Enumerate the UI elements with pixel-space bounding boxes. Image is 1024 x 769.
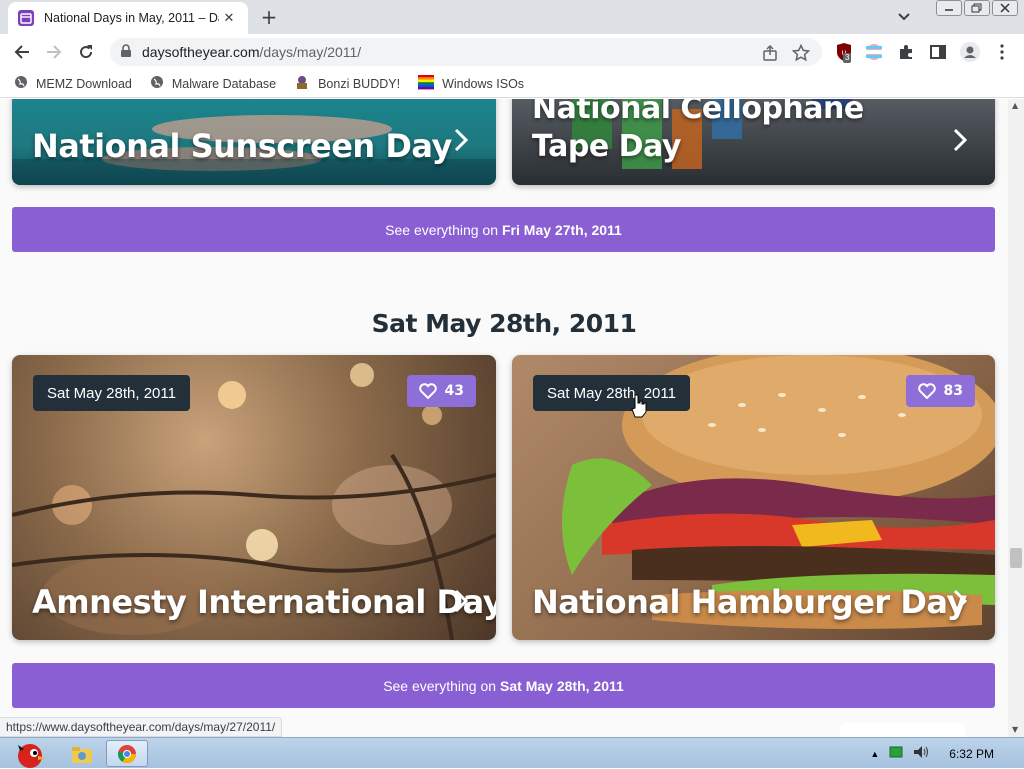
hand-cursor-icon	[631, 394, 647, 418]
show-hidden-icons-arrow-icon[interactable]: ▲	[870, 749, 879, 759]
new-tab-button[interactable]: +	[258, 6, 280, 28]
like-button[interactable]: 43	[406, 375, 476, 407]
pride-extension-icon[interactable]	[864, 42, 884, 62]
card-national-hamburger-day[interactable]: Sat May 28th, 2011 83 National Hamburger…	[512, 355, 995, 640]
share-icon[interactable]	[762, 44, 780, 62]
status-bar-url: https://www.daysoftheyear.com/days/may/2…	[0, 717, 283, 737]
windows-taskbar: ▲ 6:32 PM	[0, 737, 1024, 768]
windows-flag-icon	[418, 74, 435, 93]
tab-title: National Days in May, 2011 – Da	[44, 11, 219, 25]
like-count: 43	[444, 383, 464, 399]
bookmark-label: MEMZ Download	[36, 76, 132, 91]
card-title: National Hamburger Day	[532, 583, 967, 621]
calendar-icon	[18, 10, 34, 26]
bookmark-star-icon[interactable]	[791, 43, 811, 62]
page-scrollbar[interactable]: ▲ ▼	[1008, 99, 1024, 737]
speaker-icon[interactable]	[913, 745, 929, 762]
ublock-extension-icon[interactable]: u 3	[834, 42, 854, 63]
bookmark-label: Windows ISOs	[442, 76, 525, 91]
start-button[interactable]	[4, 740, 52, 768]
file-explorer-taskbar[interactable]	[64, 740, 100, 767]
chevron-right-icon	[454, 589, 469, 613]
scrollbar-thumb[interactable]	[1010, 548, 1022, 568]
folder-icon	[72, 746, 92, 763]
clock[interactable]: 6:32 PM	[949, 747, 994, 761]
url-text: daysoftheyear.com/days/may/2011/	[142, 44, 361, 60]
card-national-sunscreen-day[interactable]: National Sunscreen Day	[12, 99, 496, 185]
bookmark-malware-database[interactable]: Malware Database	[150, 75, 276, 92]
chrome-icon	[117, 744, 136, 763]
date-chip: Sat May 28th, 2011	[33, 375, 190, 411]
close-tab-icon[interactable]: ✕	[220, 11, 238, 26]
bookmark-memz[interactable]: MEMZ Download	[14, 75, 132, 92]
see-everything-prefix: See everything on	[383, 677, 497, 694]
chevron-right-icon	[454, 128, 469, 152]
like-button[interactable]: 83	[905, 375, 975, 407]
bookmark-bonzi-buddy[interactable]: Bonzi BUDDY!	[294, 74, 400, 93]
scroll-down-arrow-icon[interactable]: ▼	[1012, 725, 1020, 734]
bookmark-label: Bonzi BUDDY!	[318, 76, 401, 91]
card-title: Amnesty International Day	[32, 583, 496, 621]
lock-icon[interactable]	[120, 43, 132, 62]
network-icon[interactable]	[889, 745, 903, 762]
globe-icon	[150, 75, 164, 92]
bookmarks-bar: MEMZ Download Malware Database Bonzi BUD…	[0, 70, 1024, 98]
kebab-menu-icon[interactable]	[992, 42, 1012, 62]
section-heading: Sat May 28th, 2011	[371, 309, 637, 338]
see-everything-date: Sat May 28th, 2011	[500, 677, 624, 694]
see-everything-fri-button[interactable]: See everything on Fri May 27th, 2011	[12, 207, 995, 252]
tab-search-chevron-icon[interactable]	[894, 8, 914, 26]
globe-icon	[14, 75, 28, 92]
see-everything-date: Fri May 27th, 2011	[502, 221, 622, 238]
card-amnesty-international-day[interactable]: Sat May 28th, 2011 43 Amnesty Internatio…	[12, 355, 496, 640]
date-chip: Sat May 28th, 2011	[533, 375, 690, 411]
card-title-line2: Tape Day	[532, 129, 681, 164]
chrome-taskbar[interactable]	[106, 740, 148, 767]
system-tray: ▲ 6:32 PM	[870, 738, 1024, 769]
extension-badge: 3	[843, 53, 852, 63]
bonzi-icon	[294, 74, 310, 93]
bookmark-windows-isos[interactable]: Windows ISOs	[418, 74, 524, 93]
see-everything-sat-button[interactable]: See everything on Sat May 28th, 2011	[12, 663, 995, 708]
heart-icon	[917, 383, 936, 399]
browser-toolbar: daysoftheyear.com/days/may/2011/ u 3	[0, 34, 1024, 70]
scroll-up-arrow-icon[interactable]: ▲	[1012, 101, 1020, 110]
reload-button[interactable]	[74, 40, 98, 64]
address-bar[interactable]: daysoftheyear.com/days/may/2011/	[110, 38, 822, 66]
close-window-button[interactable]	[992, 0, 1018, 16]
minimize-button[interactable]	[936, 0, 962, 16]
bookmark-label: Malware Database	[171, 76, 277, 91]
forward-button[interactable]	[42, 40, 66, 64]
browser-tab[interactable]: National Days in May, 2011 – Da ✕	[8, 2, 248, 34]
card-title: National Sunscreen Day	[32, 127, 452, 165]
card-national-cellophane-tape-day[interactable]: National Cellophane Tape Day	[512, 99, 995, 185]
red-bird-start-icon	[18, 743, 46, 768]
url-path: /days/may/2011/	[259, 44, 362, 60]
chevron-right-icon	[953, 128, 968, 152]
page-viewport: National Sunscreen Day National Cellopha…	[0, 99, 1008, 737]
card-title: National Cellophane Tape Day	[532, 99, 864, 166]
tab-strip: National Days in May, 2011 – Da ✕ +	[0, 0, 1024, 34]
like-count: 83	[943, 383, 963, 399]
profile-avatar-icon[interactable]	[960, 42, 980, 62]
side-panel-icon[interactable]	[928, 42, 948, 62]
chevron-right-icon	[953, 589, 968, 613]
url-host: daysoftheyear.com	[142, 44, 260, 60]
floating-widget-edge	[840, 722, 966, 738]
window-controls	[936, 0, 1018, 16]
restore-button[interactable]	[964, 0, 990, 16]
see-everything-prefix: See everything on	[385, 221, 498, 238]
back-button[interactable]	[10, 40, 34, 64]
heart-icon	[418, 383, 437, 399]
extensions-puzzle-icon[interactable]	[896, 42, 916, 62]
card-title-line1: National Cellophane	[532, 99, 864, 126]
